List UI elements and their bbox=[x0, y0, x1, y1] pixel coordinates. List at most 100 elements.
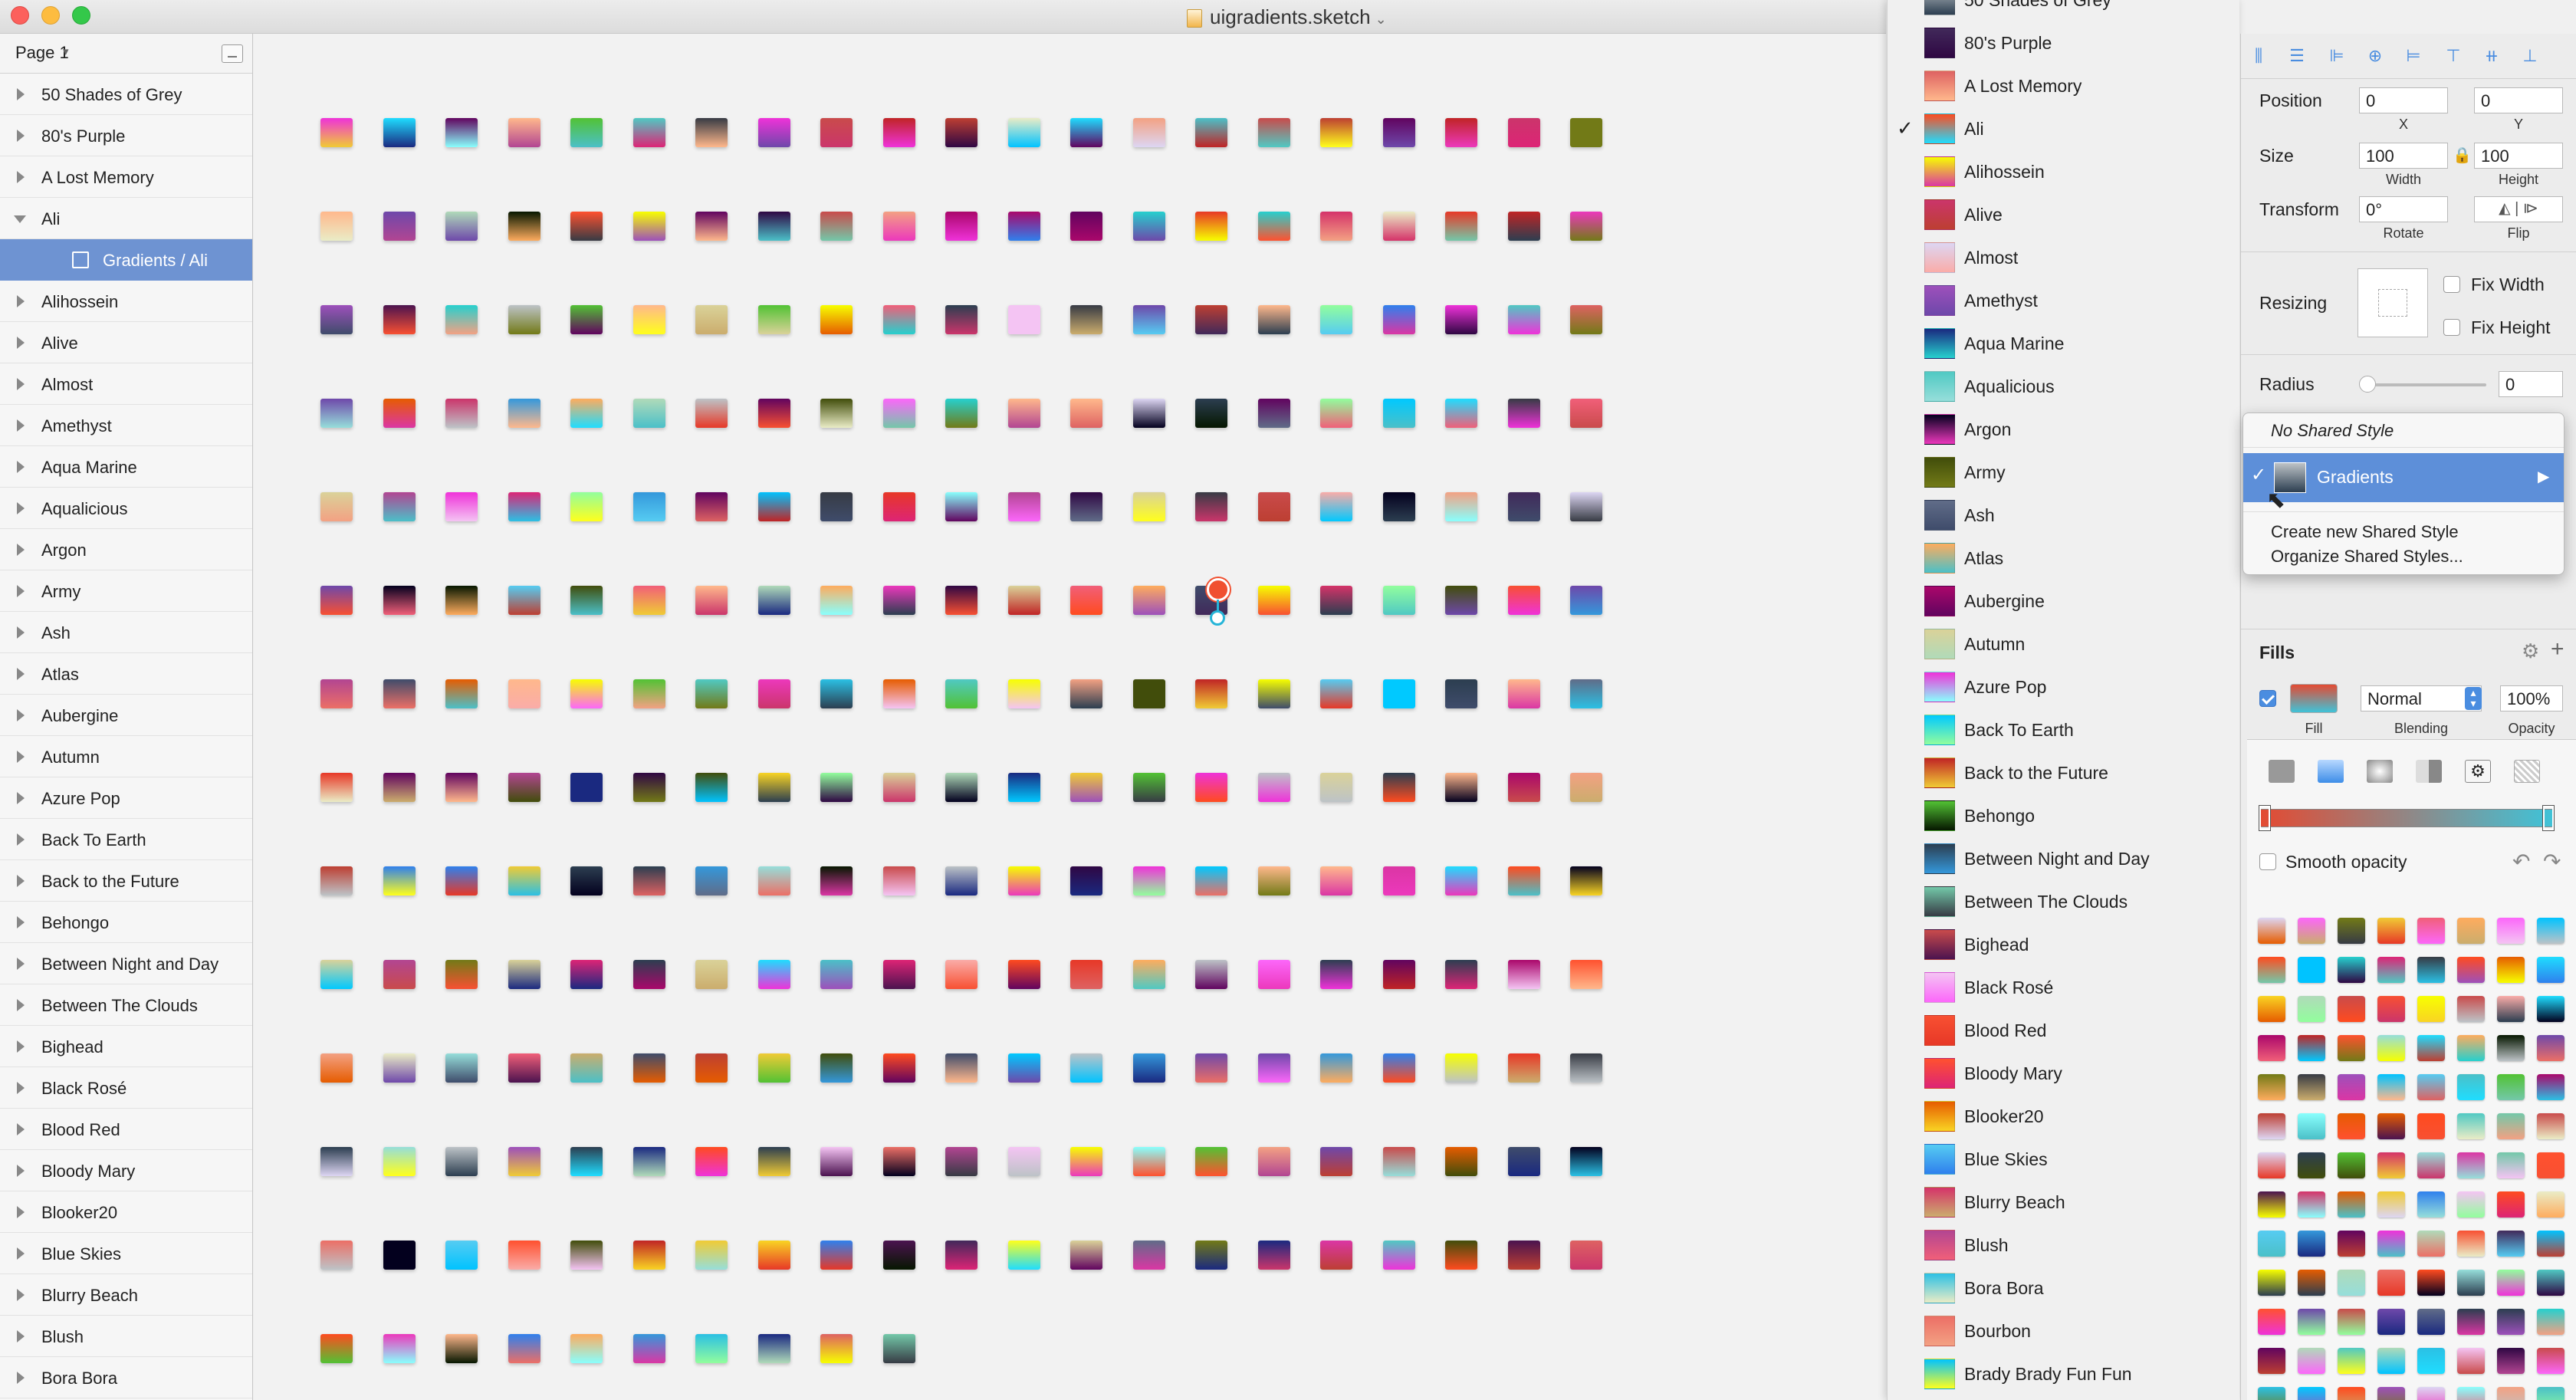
gradient-artboard-swatch[interactable] bbox=[383, 1334, 416, 1363]
gradient-artboard-swatch[interactable] bbox=[695, 773, 728, 802]
gradient-artboard-swatch[interactable] bbox=[445, 586, 478, 615]
disclosure-closed-icon[interactable] bbox=[17, 792, 25, 804]
gradient-artboard-swatch[interactable] bbox=[1320, 586, 1352, 615]
gradient-artboard-swatch[interactable] bbox=[1132, 960, 1165, 989]
gradient-artboard-swatch[interactable] bbox=[320, 679, 353, 708]
document-color-swatch[interactable] bbox=[2497, 957, 2525, 983]
gradient-artboard-swatch[interactable] bbox=[445, 305, 478, 334]
gradient-artboard-swatch[interactable] bbox=[445, 492, 478, 521]
document-color-swatch[interactable] bbox=[2298, 1191, 2325, 1218]
gradient-artboard-swatch[interactable] bbox=[882, 1053, 915, 1083]
layer-group-row[interactable]: Atlas bbox=[0, 653, 252, 695]
document-color-swatch[interactable] bbox=[2537, 1387, 2564, 1400]
gradient-artboard-swatch[interactable] bbox=[508, 305, 540, 334]
gradient-artboard-swatch[interactable] bbox=[1507, 586, 1540, 615]
gradient-artboard-swatch[interactable] bbox=[1445, 773, 1477, 802]
gradient-artboard-swatch[interactable] bbox=[1007, 118, 1040, 147]
gradient-artboard-swatch[interactable] bbox=[882, 492, 915, 521]
document-color-swatch[interactable] bbox=[2298, 1074, 2325, 1100]
gradient-artboard-swatch[interactable] bbox=[1320, 212, 1352, 241]
document-color-swatch[interactable] bbox=[2417, 957, 2445, 983]
disclosure-closed-icon[interactable] bbox=[17, 1040, 25, 1053]
gradient-artboard-swatch[interactable] bbox=[1445, 399, 1477, 428]
gradient-artboard-swatch[interactable] bbox=[445, 1241, 478, 1270]
gradient-artboard-swatch[interactable] bbox=[632, 1334, 665, 1363]
gradient-artboard-swatch[interactable] bbox=[1570, 773, 1602, 802]
document-color-swatch[interactable] bbox=[2258, 1309, 2285, 1335]
gradient-artboard-swatch[interactable] bbox=[445, 118, 478, 147]
gradient-artboard-swatch[interactable] bbox=[1570, 1147, 1602, 1176]
gradient-artboard-swatch[interactable] bbox=[1257, 305, 1290, 334]
document-color-swatch[interactable] bbox=[2377, 1387, 2405, 1400]
document-color-swatch[interactable] bbox=[2537, 1231, 2564, 1257]
layer-group-row[interactable]: Aqua Marine bbox=[0, 446, 252, 488]
flat-color-icon[interactable] bbox=[2269, 760, 2295, 783]
layer-group-row[interactable]: Ash bbox=[0, 612, 252, 653]
document-color-swatch[interactable] bbox=[2258, 1231, 2285, 1257]
gradient-artboard-swatch[interactable] bbox=[570, 212, 603, 241]
gradient-artboard-swatch[interactable] bbox=[1507, 399, 1540, 428]
lock-icon[interactable]: 🔒 bbox=[2453, 146, 2472, 165]
gradient-artboard-swatch[interactable] bbox=[1132, 773, 1165, 802]
gradient-artboard-swatch[interactable] bbox=[1070, 866, 1102, 896]
gradient-artboard-swatch[interactable] bbox=[945, 960, 978, 989]
gradient-artboard-swatch[interactable] bbox=[1195, 1147, 1227, 1176]
disclosure-closed-icon[interactable] bbox=[17, 585, 25, 597]
gradient-artboard-swatch[interactable] bbox=[1070, 586, 1102, 615]
gradient-artboard-swatch[interactable] bbox=[695, 1334, 728, 1363]
gradient-artboard-swatch[interactable] bbox=[1195, 399, 1227, 428]
gradient-artboard-swatch[interactable] bbox=[632, 1053, 665, 1083]
gradient-artboard-swatch[interactable] bbox=[1320, 492, 1352, 521]
document-color-swatch[interactable] bbox=[2497, 1074, 2525, 1100]
gradient-artboard-swatch[interactable] bbox=[383, 773, 416, 802]
gradient-artboard-swatch[interactable] bbox=[1070, 679, 1102, 708]
document-title[interactable]: uigradients.sketch ⌄ bbox=[1187, 5, 1387, 29]
gradient-artboard-swatch[interactable] bbox=[1382, 1147, 1415, 1176]
align-top-icon[interactable]: ⊤ bbox=[2442, 44, 2465, 67]
gradient-artboard-swatch[interactable] bbox=[1445, 866, 1477, 896]
document-color-swatch[interactable] bbox=[2537, 1309, 2564, 1335]
disclosure-closed-icon[interactable] bbox=[17, 130, 25, 142]
gradient-artboard-swatch[interactable] bbox=[1257, 866, 1290, 896]
document-color-swatch[interactable] bbox=[2298, 996, 2325, 1022]
disclosure-closed-icon[interactable] bbox=[17, 502, 25, 514]
document-color-swatch[interactable] bbox=[2258, 996, 2285, 1022]
gradient-artboard-swatch[interactable] bbox=[508, 960, 540, 989]
gradient-artboard-swatch[interactable] bbox=[1507, 492, 1540, 521]
gradient-artboard-swatch[interactable] bbox=[757, 1241, 790, 1270]
gradient-start-handle[interactable] bbox=[1207, 578, 1230, 601]
gradient-end-handle[interactable] bbox=[1210, 610, 1225, 626]
document-color-swatch[interactable] bbox=[2377, 918, 2405, 944]
gradient-artboard-swatch[interactable] bbox=[882, 679, 915, 708]
document-color-swatch[interactable] bbox=[2377, 1231, 2405, 1257]
gradient-artboard-swatch[interactable] bbox=[383, 586, 416, 615]
gradient-artboard-swatch[interactable] bbox=[320, 118, 353, 147]
fill-color-swatch[interactable] bbox=[2290, 684, 2338, 713]
gradient-artboard-swatch[interactable] bbox=[570, 118, 603, 147]
gradient-artboard-swatch[interactable] bbox=[882, 1334, 915, 1363]
layer-group-row[interactable]: A Lost Memory bbox=[0, 156, 252, 198]
gradient-artboard-swatch[interactable] bbox=[508, 1053, 540, 1083]
document-color-swatch[interactable] bbox=[2298, 957, 2325, 983]
document-color-swatch[interactable] bbox=[2258, 1387, 2285, 1400]
layer-group-row[interactable]: 80's Purple bbox=[0, 115, 252, 156]
gradient-artboard-swatch[interactable] bbox=[882, 305, 915, 334]
gradient-artboard-swatch[interactable] bbox=[1570, 1241, 1602, 1270]
gradient-artboard-swatch[interactable] bbox=[445, 960, 478, 989]
gradient-artboard-swatch[interactable] bbox=[695, 960, 728, 989]
document-color-swatch[interactable] bbox=[2258, 1270, 2285, 1296]
disclosure-closed-icon[interactable] bbox=[17, 1330, 25, 1342]
distribute-vertical-icon[interactable]: ☰ bbox=[2285, 44, 2308, 67]
gradient-artboard-swatch[interactable] bbox=[820, 679, 853, 708]
gradient-artboard-swatch[interactable] bbox=[695, 866, 728, 896]
gradient-artboard-swatch[interactable] bbox=[445, 866, 478, 896]
gradient-artboard-swatch[interactable] bbox=[1320, 305, 1352, 334]
layer-group-row[interactable]: Aqualicious bbox=[0, 488, 252, 529]
blending-select[interactable]: Normal bbox=[2361, 685, 2482, 712]
gradient-style-menu-item[interactable]: Blooker20 bbox=[1888, 1095, 2240, 1138]
gradient-artboard-swatch[interactable] bbox=[383, 399, 416, 428]
gradient-artboard-swatch[interactable] bbox=[1445, 1241, 1477, 1270]
gradient-artboard-swatch[interactable] bbox=[1320, 679, 1352, 708]
layer-group-row[interactable]: Bloody Mary bbox=[0, 1150, 252, 1191]
gradient-artboard-swatch[interactable] bbox=[508, 866, 540, 896]
